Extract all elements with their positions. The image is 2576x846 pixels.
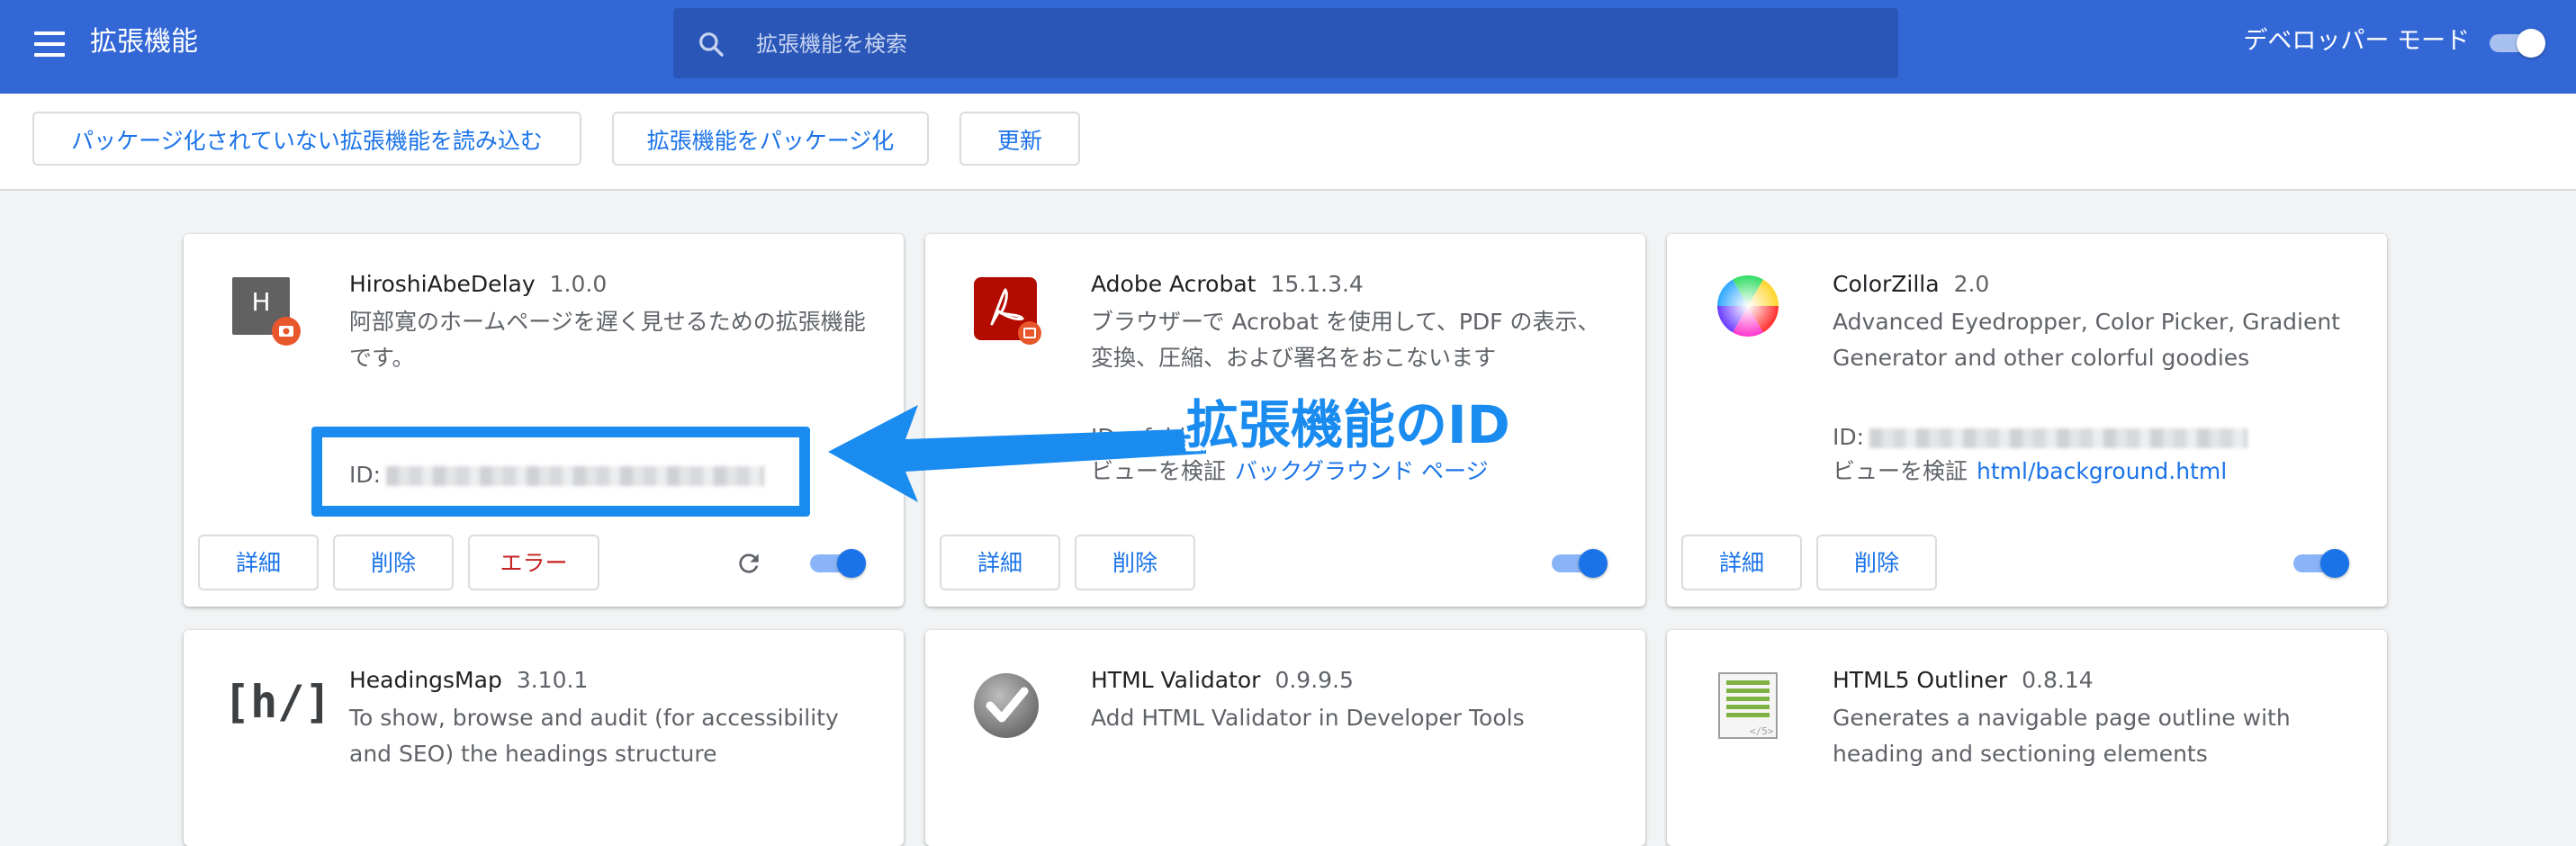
details-button[interactable]: 詳細: [1681, 535, 1802, 590]
extension-description: ブラウザーで Acrobat を使用して、PDF の表示、変換、圧縮、および署名…: [1091, 309, 1600, 371]
enable-toggle[interactable]: [810, 549, 866, 578]
extension-description: Advanced Eyedropper, Color Picker, Gradi…: [1833, 309, 2340, 371]
menu-icon[interactable]: [34, 32, 65, 57]
dev-mode-label: デベロッパー モード: [2243, 27, 2470, 55]
checkmark-icon: [974, 673, 1039, 738]
extension-name: HiroshiAbeDelay 1.0.0: [349, 271, 608, 297]
outline-icon-tag: </5>: [1750, 725, 1774, 737]
load-unpacked-button[interactable]: パッケージ化されていない拡張機能を読み込む: [32, 112, 581, 166]
remove-button[interactable]: 削除: [1075, 535, 1195, 590]
headingsmap-icon: [h/]: [223, 676, 332, 728]
extension-card-headingsmap: [h/] HeadingsMap 3.10.1 To show, browse a…: [184, 630, 904, 846]
extension-description: 阿部寛のホームページを遅く見せるための拡張機能です。: [349, 309, 866, 371]
extension-version: 0.8.14: [2022, 667, 2094, 693]
details-button[interactable]: 詳細: [940, 535, 1060, 590]
extension-name: HTML5 Outliner 0.8.14: [1833, 667, 2094, 693]
adobe-acrobat-icon: [974, 277, 1041, 345]
annotation-label: 拡張機能のID: [1186, 394, 1510, 455]
toolbar: パッケージ化されていない拡張機能を読み込む 拡張機能をパッケージ化 更新: [0, 94, 2576, 191]
enable-toggle[interactable]: [2293, 549, 2349, 578]
extension-version: 3.10.1: [516, 667, 589, 693]
extension-version: 1.0.0: [549, 271, 608, 297]
extension-name: Adobe Acrobat 15.1.3.4: [1091, 271, 1364, 297]
extension-description: To show, browse and audit (for accessibi…: [349, 705, 839, 767]
extension-name: HTML Validator 0.9.9.5: [1091, 667, 1354, 693]
annotation-arrow-icon: [828, 405, 1206, 502]
update-button[interactable]: 更新: [959, 112, 1080, 166]
reload-icon[interactable]: [734, 549, 763, 578]
details-button[interactable]: 詳細: [198, 535, 319, 590]
extension-card-colorzilla: ColorZilla 2.0 Advanced Eyedropper, Color…: [1667, 234, 2387, 607]
search-icon: [699, 32, 724, 57]
extension-card-html5-outliner: </5> HTML5 Outliner 0.8.14 Generates a na…: [1667, 630, 2387, 846]
background-page-link[interactable]: html/background.html: [1977, 458, 2227, 484]
extension-description: Generates a navigable page outline with …: [1833, 705, 2291, 767]
extension-card-hiroshiabedelay: H HiroshiAbeDelay 1.0.0 阿部寛のホームページを遅く見せるた…: [184, 234, 904, 607]
id-redacted: [1869, 428, 2248, 448]
extension-card-html-validator: HTML Validator 0.9.9.5 Add HTML Validator…: [925, 630, 1645, 846]
extension-version: 0.9.9.5: [1274, 667, 1354, 693]
enable-toggle[interactable]: [1552, 549, 1608, 578]
inspect-views: ビューを検証 html/background.html: [1833, 458, 2228, 484]
search-box[interactable]: [673, 8, 1898, 80]
pack-extension-button[interactable]: 拡張機能をパッケージ化: [612, 112, 929, 166]
remove-button[interactable]: 削除: [1816, 535, 1937, 590]
extension-id: ID:: [1833, 421, 2248, 454]
dev-mode-toggle[interactable]: [2490, 29, 2545, 58]
top-bar: 拡張機能 デベロッパー モード: [0, 0, 2576, 94]
extension-name: HeadingsMap 3.10.1: [349, 667, 589, 693]
background-page-link[interactable]: バックグラウンド ページ: [1235, 458, 1488, 484]
extension-description: Add HTML Validator in Developer Tools: [1091, 705, 1525, 731]
errors-button[interactable]: エラー: [468, 535, 599, 590]
extension-version: 15.1.3.4: [1270, 271, 1364, 297]
extension-version: 2.0: [1953, 271, 1990, 297]
remove-button[interactable]: 削除: [333, 535, 454, 590]
search-input[interactable]: [754, 8, 1838, 80]
extension-name: ColorZilla 2.0: [1833, 271, 1990, 297]
hiroshiabedelay-icon-letter: H: [251, 287, 271, 317]
id-highlight-box: [311, 427, 810, 517]
page-title: 拡張機能: [90, 26, 198, 58]
colorzilla-icon: [1717, 275, 1779, 337]
